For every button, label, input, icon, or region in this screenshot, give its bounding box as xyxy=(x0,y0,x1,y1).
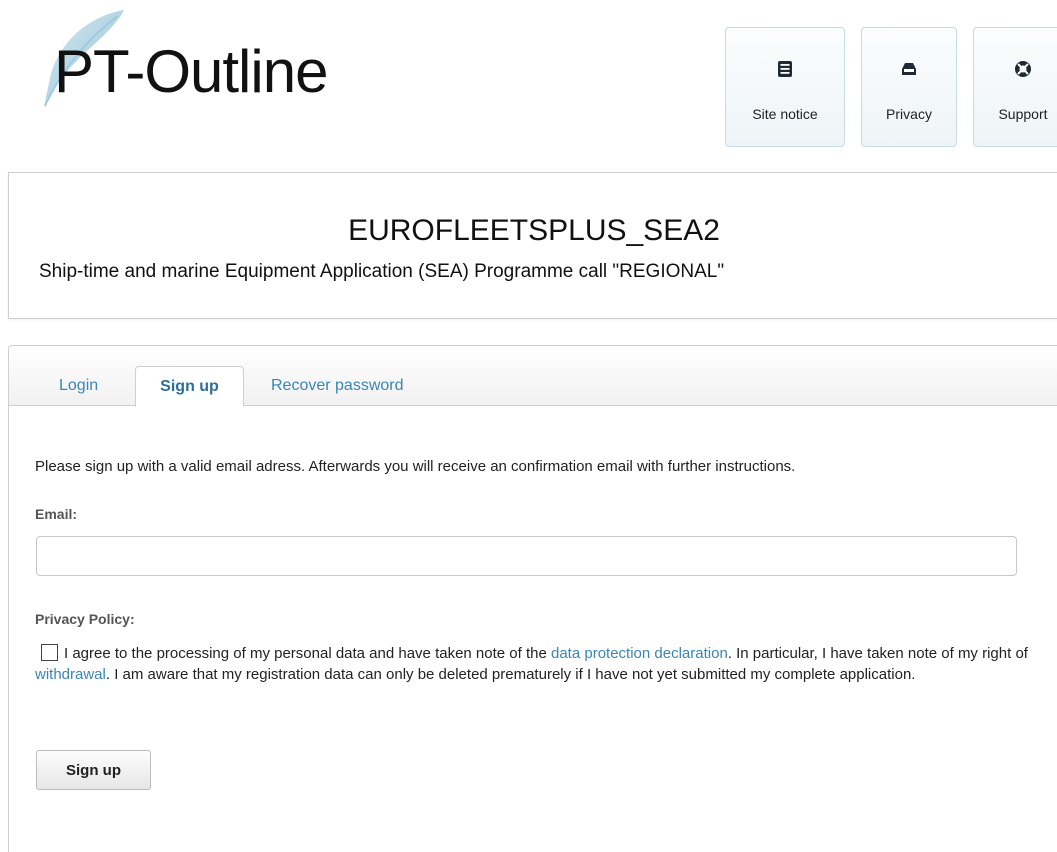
pt-outline-logo[interactable]: PT-Outline xyxy=(18,8,438,128)
call-title: EUROFLEETSPLUS_SEA2 xyxy=(348,214,720,247)
withdrawal-link[interactable]: withdrawal xyxy=(35,666,106,683)
tab-recover-password[interactable]: Recover password xyxy=(271,366,404,406)
support-icon xyxy=(1015,61,1031,77)
privacy-text-part-1: I agree to the processing of my personal… xyxy=(64,645,551,662)
email-field[interactable] xyxy=(36,536,1017,576)
call-header-panel: EUROFLEETSPLUS_SEA2 Ship-time and marine… xyxy=(8,172,1057,319)
tab-login[interactable]: Login xyxy=(59,366,98,406)
sign-up-button[interactable]: Sign up xyxy=(36,750,151,790)
auth-panel: Login Sign up Recover password Please si… xyxy=(8,345,1057,852)
tab-sign-up[interactable]: Sign up xyxy=(135,366,244,407)
privacy-label: Privacy xyxy=(886,106,932,122)
support-button[interactable]: Support xyxy=(973,27,1057,147)
site-notice-button[interactable]: Site notice xyxy=(725,27,845,147)
privacy-consent-checkbox[interactable] xyxy=(41,644,58,661)
data-protection-declaration-link[interactable]: data protection declaration xyxy=(551,645,728,662)
top-nav: Site notice Privacy Support xyxy=(725,27,1057,147)
privacy-consent-text: I agree to the processing of my personal… xyxy=(35,643,1045,685)
support-label: Support xyxy=(998,106,1048,122)
email-label: Email: xyxy=(35,506,78,522)
signup-intro-text: Please sign up with a valid email adress… xyxy=(35,458,796,475)
logo-text: PT-Outline xyxy=(54,38,328,105)
privacy-text-part-3: . I am aware that my registration data c… xyxy=(105,666,916,683)
site-notice-label: Site notice xyxy=(752,106,818,122)
call-subtitle: Ship-time and marine Equipment Applicati… xyxy=(39,261,725,282)
privacy-policy-label: Privacy Policy: xyxy=(35,611,135,627)
privacy-text-part-2: . In particular, I have taken note of my… xyxy=(727,645,1028,662)
tabs-bar: Login Sign up Recover password xyxy=(9,346,1057,407)
site-notice-icon xyxy=(778,61,792,77)
privacy-button[interactable]: Privacy xyxy=(861,27,957,147)
privacy-icon xyxy=(902,63,916,75)
